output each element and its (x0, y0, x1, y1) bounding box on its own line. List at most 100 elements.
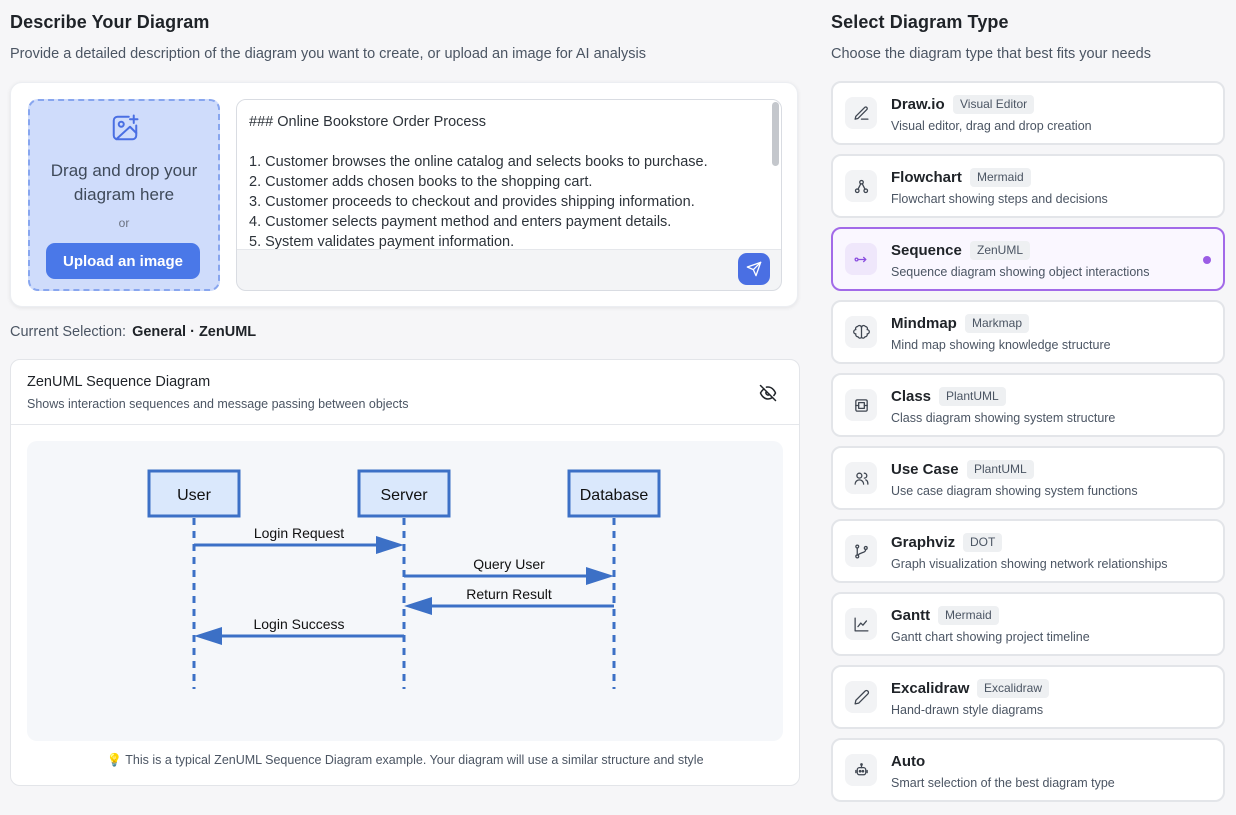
upload-image-button[interactable]: Upload an image (46, 243, 200, 279)
diagram-type-icon (845, 608, 877, 640)
diagram-type-icon (845, 462, 877, 494)
example-diagram: User Server Database Login Request Query Use… (27, 441, 783, 741)
diagram-type-description: Graph visualization showing network rela… (891, 557, 1168, 571)
eye-off-icon[interactable] (759, 384, 777, 402)
textarea-line: ### Online Bookstore Order Process (249, 114, 486, 130)
diagram-type-name: Sequence (891, 242, 962, 259)
diagram-type-badge: PlantUML (967, 460, 1034, 479)
example-title: ZenUML Sequence Diagram (27, 374, 211, 390)
diagram-type-badge: ZenUML (970, 241, 1031, 260)
diagram-type-description: Smart selection of the best diagram type (891, 776, 1115, 790)
send-button[interactable] (738, 253, 770, 285)
diagram-type-badge: DOT (963, 533, 1003, 552)
type-subtitle: Choose the diagram type that best fits y… (831, 46, 1151, 62)
current-selection-value: General · ZenUML (132, 324, 257, 340)
diagram-type-description: Hand-drawn style diagrams (891, 703, 1044, 717)
dropzone-or: or (118, 216, 130, 230)
textarea-line: 4. Customer selects payment method and e… (249, 214, 672, 230)
diagram-type-description: Flowchart showing steps and decisions (891, 192, 1108, 206)
diagram-type-icon (845, 243, 877, 275)
example-header: ZenUML Sequence Diagram Shows interactio… (11, 360, 799, 425)
textarea-scrollbar[interactable] (772, 102, 779, 166)
diagram-type-description: Gantt chart showing project timeline (891, 630, 1090, 644)
example-hint: 💡 This is a typical ZenUML Sequence Diag… (106, 753, 704, 767)
textarea-line: 2. Customer adds chosen books to the sho… (249, 174, 593, 190)
diagram-type-description: Use case diagram showing system function… (891, 484, 1138, 498)
arrow-head (404, 597, 432, 615)
example-card: ZenUML Sequence Diagram Shows interactio… (10, 359, 800, 786)
diagram-type-icon (845, 170, 877, 202)
diagram-type-name: Excalidraw (891, 680, 970, 697)
diagram-type-flowchart[interactable]: Flowchart Mermaid Flowchart showing steps … (831, 154, 1225, 218)
participant-label: User (177, 487, 211, 504)
sequence-diagram: User Server Database Login Request Query Use… (147, 469, 661, 689)
input-card: Drag and drop your diagram here or Uploa… (10, 82, 798, 307)
diagram-type-sequence[interactable]: Sequence ZenUML Sequence diagram showing o… (831, 227, 1225, 291)
diagram-type-badge: Markmap (965, 314, 1030, 333)
diagram-type-draw-io[interactable]: Draw.io Visual Editor Visual editor, drag … (831, 81, 1225, 145)
dropzone-title: Drag and drop your diagram here (50, 161, 198, 204)
message-label: Return Result (466, 586, 552, 602)
diagram-type-badge: Mermaid (938, 606, 999, 625)
diagram-type-badge: PlantUML (939, 387, 1006, 406)
message-label: Query User (473, 556, 545, 572)
image-plus-icon (112, 114, 139, 141)
diagram-type-description: Mind map showing knowledge structure (891, 338, 1111, 352)
diagram-type-name: Auto (891, 753, 926, 770)
textarea-line (249, 132, 771, 152)
diagram-type-gantt[interactable]: Gantt Mermaid Gantt chart showing project … (831, 592, 1225, 656)
pencil-icon (853, 689, 869, 705)
arrow-head (586, 567, 614, 585)
diagram-type-description: Visual editor, drag and drop creation (891, 119, 1092, 133)
describe-title: Describe Your Diagram (10, 12, 210, 32)
diagram-type-name: Gantt (891, 607, 931, 624)
sequence-icon (853, 256, 866, 262)
current-selection: Current Selection: General · ZenUML (10, 324, 257, 340)
edit-icon (853, 105, 869, 120)
send-icon (746, 261, 762, 277)
textarea-line: 3. Customer proceeds to checkout and pro… (249, 194, 695, 210)
textarea-line: 5. System validates payment information. (249, 234, 515, 250)
diagram-type-name: Mindmap (891, 315, 957, 332)
diagram-type-mindmap[interactable]: Mindmap Markmap Mind map showing knowledge… (831, 300, 1225, 364)
diagram-type-icon (845, 535, 877, 567)
diagram-type-icon (845, 681, 877, 713)
message-label: Login Success (253, 616, 344, 632)
diagram-type-icon (845, 316, 877, 348)
participant-label: Database (580, 487, 649, 504)
example-description: Shows interaction sequences and message … (27, 397, 409, 411)
message-label: Login Request (254, 525, 344, 541)
diagram-type-excalidraw[interactable]: Excalidraw Excalidraw Hand-drawn style dia… (831, 665, 1225, 729)
description-box: ### Online Bookstore Order Process 1. Cus… (236, 99, 782, 291)
diagram-type-badge: Visual Editor (953, 95, 1035, 114)
users-icon (853, 472, 869, 485)
diagram-type-icon (845, 97, 877, 129)
arrow-head (376, 536, 404, 554)
git-branch-icon (854, 543, 868, 559)
type-title: Select Diagram Type (831, 12, 1009, 32)
diagram-type-name: Flowchart (891, 169, 962, 186)
diagram-type-description: Class diagram showing system structure (891, 411, 1116, 425)
chart-icon (853, 616, 869, 632)
diagram-type-auto[interactable]: Auto Smart selection of the best diagram … (831, 738, 1225, 802)
diagram-type-name: Class (891, 388, 932, 405)
textarea-line: 1. Customer browses the online catalog a… (249, 154, 708, 170)
selected-indicator (1203, 256, 1211, 264)
describe-subtitle: Provide a detailed description of the di… (10, 46, 646, 62)
robot-icon (854, 762, 868, 775)
image-dropzone[interactable]: Drag and drop your diagram here or Uploa… (28, 99, 220, 291)
description-textarea[interactable]: ### Online Bookstore Order Process 1. Cus… (237, 100, 781, 250)
diagram-type-name: Draw.io (891, 96, 945, 113)
diagram-type-icon (845, 754, 877, 786)
diagram-type-class[interactable]: Class PlantUML Class diagram showing syste… (831, 373, 1225, 437)
diagram-type-name: Graphviz (891, 534, 956, 551)
diagram-type-use-case[interactable]: Use Case PlantUML Use case diagram showing… (831, 446, 1225, 510)
arrow-head (194, 627, 222, 645)
diagram-type-description: Sequence diagram showing object interact… (891, 265, 1150, 279)
diagram-type-graphviz[interactable]: Graphviz DOT Graph visualization showing n… (831, 519, 1225, 583)
diagram-type-name: Use Case (891, 461, 959, 478)
class-icon (854, 398, 868, 412)
flowchart-icon (854, 179, 868, 193)
diagram-type-badge: Excalidraw (977, 679, 1050, 698)
diagram-type-badge: Mermaid (970, 168, 1031, 187)
